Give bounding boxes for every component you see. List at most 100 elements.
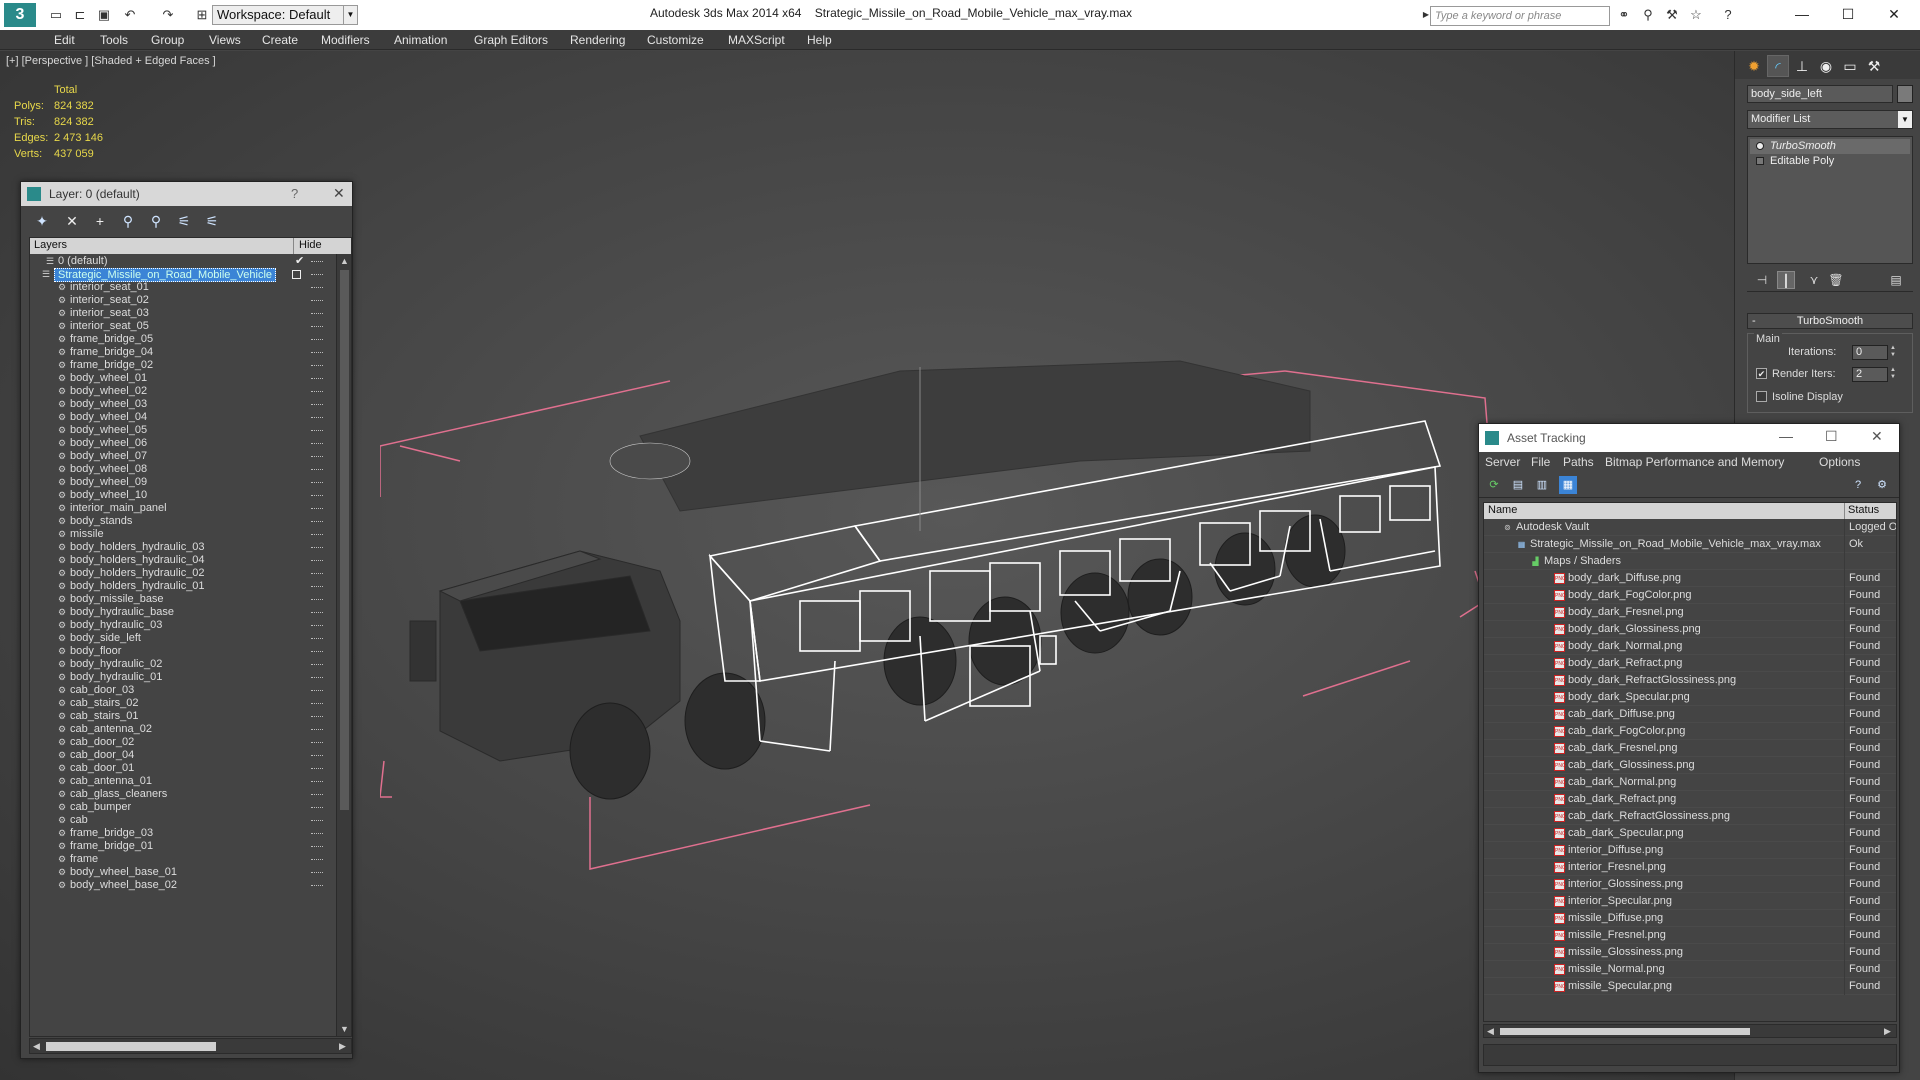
lightbulb-icon[interactable] [1756, 142, 1764, 150]
asset-map-row[interactable]: PNG body_dark_FogColor.png Found [1484, 587, 1896, 604]
hide-toggle[interactable] [311, 690, 323, 692]
hide-toggle[interactable] [311, 547, 323, 549]
hide-toggle[interactable] [311, 651, 323, 653]
hide-toggle[interactable] [311, 443, 323, 445]
asset-map-row[interactable]: PNG missile_Specular.png Found [1484, 978, 1896, 995]
hide-toggle[interactable] [311, 768, 323, 770]
redo-icon[interactable]: ↷ [160, 7, 176, 23]
hide-toggle[interactable] [311, 417, 323, 419]
settings-icon[interactable]: ⚙ [1873, 476, 1891, 494]
hide-all-layers-icon[interactable]: ⚟ [175, 212, 193, 230]
hide-toggle[interactable] [311, 612, 323, 614]
refresh-icon[interactable]: ⟳ [1485, 476, 1503, 494]
search-input[interactable]: Type a keyword or phrase [1430, 6, 1610, 26]
create-layer-icon[interactable]: ✦ [33, 212, 51, 230]
iterations-spinner[interactable]: 0 [1852, 345, 1888, 360]
open-file-icon[interactable]: ⊏ [72, 7, 88, 23]
hide-toggle[interactable] [311, 599, 323, 601]
binoculars-icon[interactable]: ⚭ [1616, 7, 1632, 23]
menu-file[interactable]: File [1531, 455, 1550, 469]
hide-toggle[interactable] [311, 573, 323, 575]
create-tab-icon[interactable]: ✹ [1743, 55, 1765, 77]
hide-toggle[interactable] [311, 378, 323, 380]
table-view-icon[interactable]: ▦ [1559, 476, 1577, 494]
asset-map-row[interactable]: PNG missile_Glossiness.png Found [1484, 944, 1896, 961]
hide-toggle[interactable] [311, 534, 323, 536]
hide-toggle[interactable] [311, 781, 323, 783]
column-header-layers[interactable]: Layers [34, 239, 67, 251]
layer-vertical-scrollbar[interactable]: ▲ ▼ [336, 254, 351, 1036]
menu-paths[interactable]: Paths [1563, 455, 1594, 469]
missile-vehicle-model[interactable] [380, 301, 1510, 881]
hide-toggle[interactable] [311, 469, 323, 471]
asset-map-row[interactable]: PNG body_dark_Fresnel.png Found [1484, 604, 1896, 621]
project-folder-icon[interactable]: ⊞ [194, 7, 210, 23]
hide-toggle[interactable] [311, 365, 323, 367]
configure-sets-icon[interactable]: ▤ [1887, 271, 1905, 289]
asset-map-row[interactable]: PNG cab_dark_RefractGlossiness.png Found [1484, 808, 1896, 825]
menu-group[interactable]: Group [151, 33, 184, 47]
hide-toggle[interactable] [311, 716, 323, 718]
hide-toggle[interactable] [311, 300, 323, 302]
hide-toggle[interactable] [311, 859, 323, 861]
asset-map-row[interactable]: PNG cab_dark_Normal.png Found [1484, 774, 1896, 791]
add-to-layer-icon[interactable]: + [91, 212, 109, 230]
layer-horizontal-scrollbar[interactable]: ◀ ▶ [29, 1038, 352, 1054]
object-color-swatch[interactable] [1897, 85, 1913, 103]
asset-path-field[interactable] [1483, 1044, 1897, 1066]
hide-toggle[interactable] [311, 664, 323, 666]
asset-map-row[interactable]: PNG body_dark_Normal.png Found [1484, 638, 1896, 655]
hide-toggle[interactable] [311, 404, 323, 406]
highlight-layer-icon[interactable]: ⚲ [147, 212, 165, 230]
hide-toggle[interactable] [311, 482, 323, 484]
asset-map-row[interactable]: PNG cab_dark_Refract.png Found [1484, 791, 1896, 808]
hide-toggle[interactable] [311, 508, 323, 510]
layer-panel-titlebar[interactable]: Layer: 0 (default) ? ✕ [21, 182, 352, 206]
hide-toggle[interactable] [311, 703, 323, 705]
scroll-thumb[interactable] [1500, 1028, 1750, 1035]
menu-customize[interactable]: Customize [647, 33, 704, 47]
hierarchy-tab-icon[interactable]: ⊥ [1791, 55, 1813, 77]
minimize-button[interactable]: — [1779, 428, 1793, 444]
menu-server[interactable]: Server [1485, 455, 1520, 469]
render-iters-checkbox[interactable]: ✔ [1756, 368, 1767, 379]
menu-help[interactable]: Help [807, 33, 832, 47]
stack-item-turbosmooth[interactable]: TurboSmooth [1750, 139, 1910, 154]
hide-toggle[interactable] [311, 625, 323, 627]
hide-toggle[interactable] [311, 755, 323, 757]
favorites-star-icon[interactable]: ☆ [1688, 7, 1704, 23]
asset-map-row[interactable]: PNG body_dark_Diffuse.png Found [1484, 570, 1896, 587]
asset-map-row[interactable]: PNG cab_dark_Glossiness.png Found [1484, 757, 1896, 774]
minimize-button[interactable]: — [1782, 2, 1822, 26]
list-view-icon[interactable]: ▤ [1509, 476, 1527, 494]
communication-icon[interactable]: ⚒ [1664, 7, 1680, 23]
pin-stack-icon[interactable]: ⊣ [1753, 271, 1771, 289]
scroll-thumb[interactable] [340, 270, 349, 810]
hide-toggle[interactable] [311, 261, 323, 263]
delete-layer-icon[interactable]: ✕ [63, 212, 81, 230]
menu-animation[interactable]: Animation [394, 33, 447, 47]
menu-graph-editors[interactable]: Graph Editors [474, 33, 548, 47]
stack-item-editable-poly[interactable]: Editable Poly [1750, 154, 1910, 169]
asset-map-row[interactable]: PNG cab_dark_Specular.png Found [1484, 825, 1896, 842]
motion-tab-icon[interactable]: ◉ [1815, 55, 1837, 77]
spinner-arrows-icon[interactable]: ▲ ▼ [1890, 367, 1898, 382]
hide-toggle[interactable] [311, 885, 323, 887]
modifier-list-dropdown[interactable]: Modifier List ▼ [1747, 110, 1913, 129]
scroll-down-icon[interactable]: ▼ [340, 1024, 349, 1034]
scroll-up-icon[interactable]: ▲ [340, 256, 349, 266]
save-file-icon[interactable]: ▣ [96, 7, 112, 23]
hide-toggle[interactable] [311, 560, 323, 562]
asset-map-row[interactable]: PNG interior_Fresnel.png Found [1484, 859, 1896, 876]
asset-row-scene-file[interactable]: ▦ Strategic_Missile_on_Road_Mobile_Vehic… [1484, 536, 1896, 553]
help-icon[interactable]: ? [1720, 7, 1736, 23]
hide-toggle[interactable] [311, 638, 323, 640]
scroll-left-icon[interactable]: ◀ [1487, 1026, 1494, 1037]
help-icon[interactable]: ? [1849, 476, 1867, 494]
hide-toggle[interactable] [311, 586, 323, 588]
menu-modifiers[interactable]: Modifiers [321, 33, 370, 47]
asset-map-row[interactable]: PNG cab_dark_FogColor.png Found [1484, 723, 1896, 740]
menu-tools[interactable]: Tools [100, 33, 128, 47]
asset-map-row[interactable]: PNG missile_Diffuse.png Found [1484, 910, 1896, 927]
freeze-all-layers-icon[interactable]: ⚟ [203, 212, 221, 230]
